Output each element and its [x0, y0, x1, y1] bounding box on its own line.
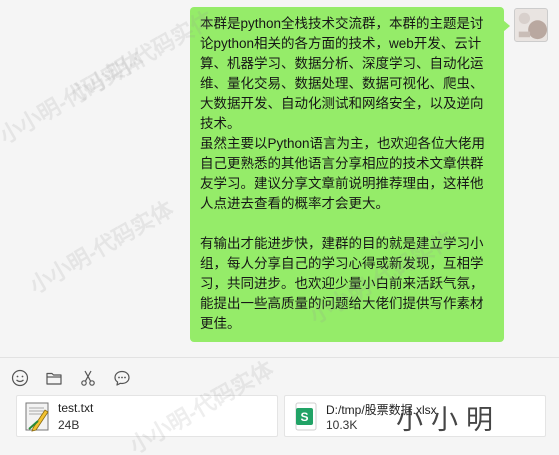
folder-icon[interactable]: [44, 368, 64, 388]
attachment-size: 24B: [58, 418, 80, 432]
brand-watermark-text: 小小明: [396, 405, 501, 436]
message-paragraph: 有输出才能进步快，建群的目的就是建立学习小组，每人分享自己的学习心得或新发现，互…: [200, 236, 484, 331]
chat-history-icon[interactable]: [112, 368, 132, 388]
input-toolbar: [10, 368, 132, 388]
attachment-name: test.txt: [58, 401, 94, 415]
message-paragraph: 虽然主要以Python语言为主，也欢迎各位大佬用自己更熟悉的其他语言分享相应的技…: [200, 136, 486, 211]
message-input-area[interactable]: test.txt 24B S D:/tmp/股票数据.xlsx 10.3K 小小…: [0, 358, 559, 455]
spreadsheet-file-icon: S: [293, 402, 319, 432]
scissors-icon[interactable]: [78, 368, 98, 388]
message-paragraph: 本群是python全栈技术交流群，本群的主题是讨论python相关的各方面的技术…: [200, 16, 484, 131]
message-bubble[interactable]: 本群是python全栈技术交流群，本群的主题是讨论python相关的各方面的技术…: [190, 7, 510, 342]
svg-text:S: S: [300, 410, 308, 424]
emoji-icon[interactable]: [10, 368, 30, 388]
text-file-icon: [25, 402, 51, 432]
attachment-test-txt[interactable]: test.txt 24B: [16, 395, 278, 437]
avatar-image: [515, 9, 547, 41]
avatar[interactable]: [514, 8, 548, 42]
chat-history-area: 本群是python全栈技术交流群，本群的主题是讨论python相关的各方面的技术…: [0, 0, 559, 357]
attachment-size: 10.3K: [326, 418, 358, 432]
